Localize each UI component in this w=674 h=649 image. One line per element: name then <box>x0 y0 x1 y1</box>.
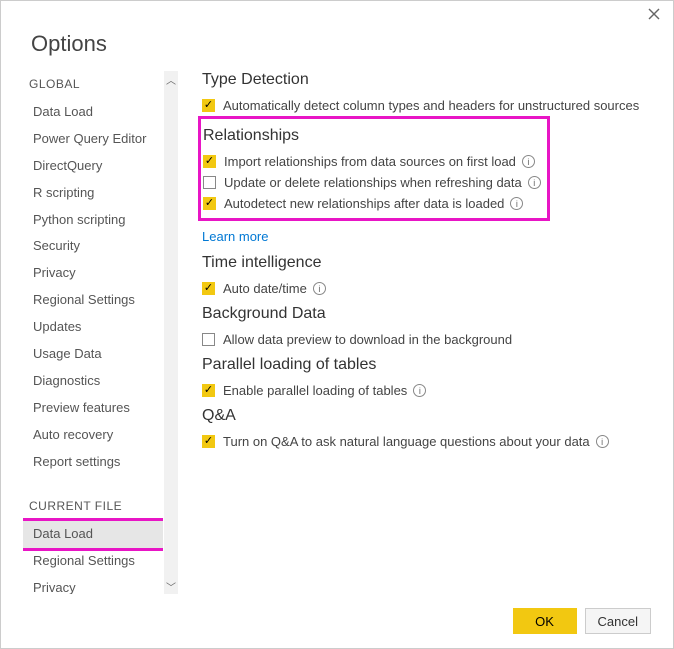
relationships-highlight: Relationships ✓ Import relationships fro… <box>198 116 550 221</box>
option-label: Update or delete relationships when refr… <box>224 175 522 190</box>
option-autodetect-types[interactable]: ✓ Automatically detect column types and … <box>202 95 643 116</box>
checkbox-icon[interactable]: ✓ <box>203 155 216 168</box>
section-qna: Q&A <box>202 407 643 425</box>
option-update-relationships[interactable]: Update or delete relationships when refr… <box>203 172 541 193</box>
sidebar-item-current-file[interactable]: Privacy <box>23 575 163 594</box>
options-dialog: Options GLOBAL Data LoadPower Query Edit… <box>0 0 674 649</box>
info-icon[interactable]: i <box>528 176 541 189</box>
content-pane: Type Detection ✓ Automatically detect co… <box>178 71 653 594</box>
learn-more-link[interactable]: Learn more <box>202 225 268 248</box>
checkbox-icon[interactable]: ✓ <box>203 197 216 210</box>
section-background-data: Background Data <box>202 305 643 323</box>
sidebar-item-global[interactable]: Regional Settings <box>23 287 163 314</box>
section-type-detection: Type Detection <box>202 71 643 89</box>
option-autodetect-relationships[interactable]: ✓ Autodetect new relationships after dat… <box>203 193 541 214</box>
scroll-down-icon[interactable]: ﹀ <box>164 578 178 594</box>
option-label: Autodetect new relationships after data … <box>224 196 504 211</box>
option-import-relationships[interactable]: ✓ Import relationships from data sources… <box>203 151 541 172</box>
sidebar: GLOBAL Data LoadPower Query EditorDirect… <box>23 71 178 594</box>
section-time-intelligence: Time intelligence <box>202 254 643 272</box>
sidebar-item-global[interactable]: Privacy <box>23 260 163 287</box>
sidebar-item-global[interactable]: Security <box>23 233 163 260</box>
option-label: Enable parallel loading of tables <box>223 383 407 398</box>
checkbox-icon[interactable] <box>202 333 215 346</box>
close-icon[interactable] <box>645 5 663 23</box>
sidebar-item-global[interactable]: Report settings <box>23 449 163 476</box>
sidebar-item-global[interactable]: Usage Data <box>23 341 163 368</box>
option-label: Automatically detect column types and he… <box>223 98 639 113</box>
option-label: Allow data preview to download in the ba… <box>223 332 512 347</box>
section-relationships: Relationships <box>203 127 541 145</box>
checkbox-icon[interactable] <box>203 176 216 189</box>
sidebar-item-global[interactable]: Updates <box>23 314 163 341</box>
titlebar <box>1 1 673 27</box>
ok-button[interactable]: OK <box>513 608 577 634</box>
option-label: Turn on Q&A to ask natural language ques… <box>223 434 590 449</box>
scroll-up-icon[interactable]: ︿ <box>164 71 178 87</box>
sidebar-item-global[interactable]: Diagnostics <box>23 368 163 395</box>
sidebar-item-current-file[interactable]: Data Load <box>23 521 163 548</box>
sidebar-item-current-file[interactable]: Regional Settings <box>23 548 163 575</box>
scrollbar[interactable]: ︿ ﹀ <box>164 71 178 594</box>
option-label: Import relationships from data sources o… <box>224 154 516 169</box>
option-auto-date-time[interactable]: ✓ Auto date/time i <box>202 278 643 299</box>
info-icon[interactable]: i <box>522 155 535 168</box>
option-background-preview[interactable]: Allow data preview to download in the ba… <box>202 329 643 350</box>
section-parallel-loading: Parallel loading of tables <box>202 356 643 374</box>
option-parallel-loading[interactable]: ✓ Enable parallel loading of tables i <box>202 380 643 401</box>
sidebar-item-global[interactable]: Data Load <box>23 99 163 126</box>
sidebar-header-global: GLOBAL <box>23 71 163 99</box>
checkbox-icon[interactable]: ✓ <box>202 99 215 112</box>
sidebar-item-global[interactable]: Auto recovery <box>23 422 163 449</box>
info-icon[interactable]: i <box>596 435 609 448</box>
info-icon[interactable]: i <box>510 197 523 210</box>
checkbox-icon[interactable]: ✓ <box>202 282 215 295</box>
sidebar-item-global[interactable]: Preview features <box>23 395 163 422</box>
sidebar-item-global[interactable]: R scripting <box>23 180 163 207</box>
sidebar-item-global[interactable]: Python scripting <box>23 207 163 234</box>
sidebar-header-current-file: CURRENT FILE <box>23 493 163 521</box>
info-icon[interactable]: i <box>313 282 326 295</box>
option-label: Auto date/time <box>223 281 307 296</box>
option-qna[interactable]: ✓ Turn on Q&A to ask natural language qu… <box>202 431 643 452</box>
dialog-title: Options <box>1 27 673 71</box>
sidebar-item-global[interactable]: Power Query Editor <box>23 126 163 153</box>
cancel-button[interactable]: Cancel <box>585 608 651 634</box>
sidebar-item-global[interactable]: DirectQuery <box>23 153 163 180</box>
dialog-footer: OK Cancel <box>1 594 673 648</box>
checkbox-icon[interactable]: ✓ <box>202 435 215 448</box>
checkbox-icon[interactable]: ✓ <box>202 384 215 397</box>
info-icon[interactable]: i <box>413 384 426 397</box>
